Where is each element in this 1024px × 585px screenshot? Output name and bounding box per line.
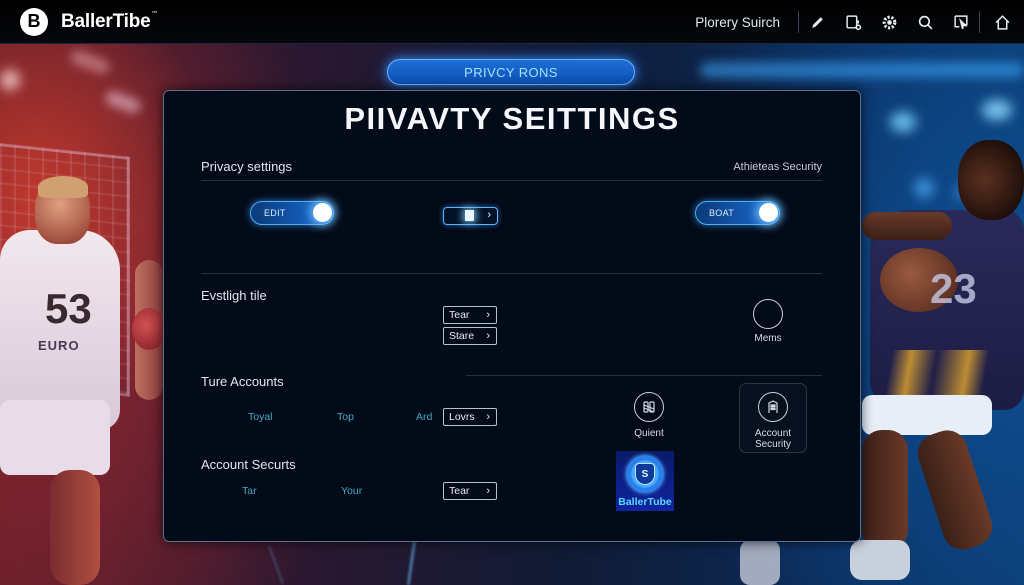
page-title: PIIVAVTY SEITTINGS	[344, 101, 680, 136]
divider	[466, 375, 822, 376]
app-name: BallerTibe™	[61, 10, 158, 33]
player-head	[958, 140, 1024, 220]
slider-thumb[interactable]	[465, 210, 474, 221]
chevron-right-icon: ›	[486, 411, 490, 423]
search-icon[interactable]	[907, 0, 943, 44]
player-leg	[912, 425, 998, 555]
arena-light	[0, 70, 20, 90]
app-logo[interactable]: B BallerTibe™	[20, 7, 158, 36]
button-label: Lovrs	[449, 411, 475, 423]
shield-icon: S	[635, 463, 655, 485]
building-icon	[758, 392, 788, 422]
player-arm	[862, 212, 952, 240]
mems-caption: Mems	[754, 333, 782, 344]
section-label-privacy: Privacy settings	[201, 159, 293, 174]
chevron-right-icon: ›	[486, 309, 490, 321]
account-security-caption: Account Security	[740, 428, 806, 450]
tear-button[interactable]: Tear ›	[443, 306, 497, 324]
logo-icon: B	[20, 7, 48, 36]
button-label: Stare	[449, 330, 475, 342]
basketball	[132, 308, 166, 350]
quient-caption: Quient	[634, 428, 664, 439]
badge-text: BallerTube	[618, 496, 672, 508]
button-label: Tear	[449, 309, 470, 321]
arena-light	[982, 100, 1012, 120]
jersey-team: EURO	[38, 338, 80, 353]
privacy-settings-panel: PIIVAVTY SEITTINGS Privacy settings Athi…	[163, 90, 861, 542]
topbar-actions: Plorery Suirch	[695, 0, 1024, 44]
gear-icon[interactable]	[871, 0, 907, 44]
player-leg	[50, 470, 100, 585]
cursor-box-icon[interactable]	[943, 0, 979, 44]
player-shorts	[0, 400, 110, 475]
link-toyal[interactable]: Toyal	[248, 411, 273, 423]
boat-toggle[interactable]: BOAT	[695, 201, 780, 225]
search-link[interactable]: Plorery Suirch	[695, 15, 780, 30]
link-tar[interactable]: Tar	[242, 485, 257, 497]
privacy-slider[interactable]: ›	[443, 207, 498, 225]
stare-button[interactable]: Stare ›	[443, 327, 497, 345]
mems-circle-icon[interactable]	[753, 299, 783, 329]
section-label-eventing: Evstligh tile	[201, 288, 267, 303]
tear-button-security[interactable]: Tear ›	[443, 482, 497, 500]
top-bar: B BallerTibe™ Plorery Suirch	[0, 0, 1024, 44]
lovrs-button[interactable]: Lovrs ›	[443, 408, 497, 426]
arena-light	[700, 62, 1024, 78]
edit-toggle[interactable]: EDIT	[250, 201, 334, 225]
divider	[201, 273, 822, 274]
home-icon[interactable]	[980, 0, 1024, 44]
shield-emblem-icon: S	[626, 455, 664, 493]
chevron-right-icon: ›	[486, 485, 490, 497]
device-icon[interactable]	[835, 0, 871, 44]
section-label-security: Account Securts	[201, 457, 296, 472]
link-your[interactable]: Your	[341, 485, 362, 497]
player-leg	[862, 430, 908, 550]
pencil-icon[interactable]	[799, 0, 835, 44]
player-hair	[38, 176, 88, 198]
caption-line: Account	[754, 428, 792, 439]
toggle-knob	[759, 203, 778, 222]
jersey-stripe	[880, 350, 1000, 400]
toggle-knob	[313, 203, 332, 222]
chevron-right-icon: ›	[487, 209, 491, 221]
arena-light	[103, 89, 143, 115]
athletes-security-link[interactable]: Athieteas Security	[733, 161, 822, 173]
toggle-label: EDIT	[264, 208, 286, 218]
divider	[201, 180, 822, 181]
link-top[interactable]: Top	[337, 411, 354, 423]
account-security-card[interactable]: Account Security	[739, 383, 807, 453]
privacy-options-button[interactable]: PRIVCY RONS	[387, 59, 635, 85]
jersey-number: 23	[930, 265, 977, 312]
quick-settings-icon[interactable]	[634, 392, 664, 422]
player-shoe	[740, 540, 780, 585]
court-line	[406, 540, 417, 585]
chevron-right-icon: ›	[486, 330, 490, 342]
court-line	[268, 545, 284, 585]
link-ard[interactable]: Ard	[416, 411, 432, 423]
caption-line: Security	[754, 439, 792, 450]
ballertube-badge: S BallerTube	[616, 451, 674, 511]
arena-light	[890, 112, 916, 132]
app-name-text: BallerTibe	[61, 10, 151, 32]
player-shoe	[850, 540, 910, 580]
player-shorts	[862, 395, 992, 435]
arena-light	[68, 48, 112, 76]
toggle-label: BOAT	[709, 208, 735, 218]
button-label: Tear	[449, 485, 470, 497]
section-label-accounts: Ture Accounts	[201, 374, 284, 389]
arena-light	[914, 178, 934, 198]
trademark: ™	[151, 10, 158, 17]
jersey-number: 53	[45, 285, 92, 332]
